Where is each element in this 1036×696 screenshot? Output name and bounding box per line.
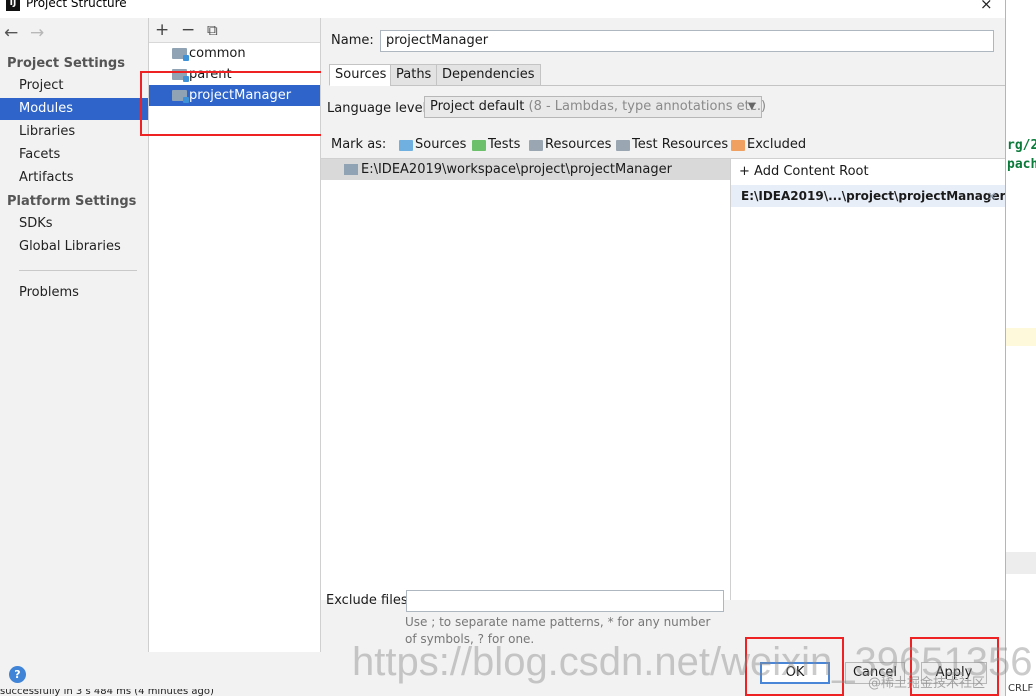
sidebar-item-libraries[interactable]: Libraries bbox=[0, 121, 148, 143]
settings-sidebar: ← → Project Settings Project Modules Lib… bbox=[0, 18, 149, 652]
remove-module-icon[interactable]: − bbox=[181, 20, 195, 40]
forward-arrow-icon[interactable]: → bbox=[30, 23, 44, 43]
project-settings-heading: Project Settings bbox=[7, 56, 125, 71]
module-toolbar: + − ⧉ bbox=[149, 18, 320, 43]
module-detail-panel: Name: projectManager Sources Paths Depen… bbox=[321, 18, 1006, 652]
sidebar-item-modules[interactable]: Modules bbox=[0, 98, 148, 120]
background-editor-strip: rg/2 pach CRLF ÷ bbox=[1005, 0, 1036, 696]
mark-excluded-label: Excluded bbox=[747, 137, 807, 152]
test-resources-folder-icon bbox=[616, 140, 630, 151]
sidebar-item-project[interactable]: Project bbox=[0, 75, 148, 97]
tab-paths[interactable]: Paths bbox=[390, 64, 438, 86]
exclude-files-label: Exclude files: bbox=[326, 593, 413, 608]
remove-root-icon[interactable]: × bbox=[987, 185, 997, 207]
title-bar: IJ Project Structure × bbox=[0, 0, 1005, 16]
editor-gray-band bbox=[1006, 552, 1036, 574]
mark-resources-button[interactable]: Resources bbox=[529, 137, 611, 152]
mark-test-resources-button[interactable]: Test Resources bbox=[616, 137, 728, 152]
language-level-value: Project default bbox=[430, 99, 525, 114]
module-name-input[interactable]: projectManager bbox=[380, 30, 994, 52]
content-roots-panel: + Add Content Root E:\IDEA2019\...\proje… bbox=[731, 158, 1006, 600]
status-bar: successfully in 3 s 484 ms (4 minutes ag… bbox=[0, 689, 214, 696]
module-item-common[interactable]: common bbox=[149, 43, 320, 64]
resources-folder-icon bbox=[529, 140, 543, 151]
tab-sources[interactable]: Sources bbox=[329, 64, 393, 86]
sidebar-item-problems[interactable]: Problems bbox=[0, 282, 148, 304]
name-label: Name: bbox=[331, 33, 374, 48]
exclude-files-input[interactable] bbox=[406, 590, 724, 612]
back-arrow-icon[interactable]: ← bbox=[4, 23, 18, 43]
sidebar-item-artifacts[interactable]: Artifacts bbox=[0, 167, 148, 189]
folder-icon bbox=[344, 164, 358, 175]
excluded-folder-icon bbox=[731, 140, 745, 151]
content-root-row[interactable]: E:\IDEA2019\workspace\project\projectMan… bbox=[321, 159, 730, 180]
sidebar-item-sdks[interactable]: SDKs bbox=[0, 213, 148, 235]
window-title: Project Structure bbox=[26, 0, 127, 10]
add-content-root-button[interactable]: + Add Content Root bbox=[739, 164, 869, 179]
editor-code-line: pach bbox=[1007, 157, 1036, 172]
intellij-app-icon: IJ bbox=[6, 0, 20, 11]
mark-tests-label: Tests bbox=[488, 137, 521, 152]
content-root-tree: E:\IDEA2019\workspace\project\projectMan… bbox=[321, 158, 731, 600]
sidebar-divider bbox=[19, 270, 137, 271]
mark-sources-button[interactable]: Sources bbox=[399, 137, 466, 152]
mark-test-resources-label: Test Resources bbox=[632, 137, 729, 152]
content-root-entry[interactable]: E:\IDEA2019\...\project\projectManager × bbox=[731, 185, 1006, 207]
language-level-hint: (8 - Lambdas, type annotations etc.) bbox=[528, 99, 767, 114]
watermark-corner: @稀土掘金技术社区 bbox=[868, 676, 986, 691]
add-module-icon[interactable]: + bbox=[155, 20, 169, 40]
mark-tests-button[interactable]: Tests bbox=[472, 137, 520, 152]
mark-excluded-button[interactable]: Excluded bbox=[731, 137, 806, 152]
language-level-select[interactable]: Project default (8 - Lambdas, type annot… bbox=[424, 96, 766, 118]
editor-line-highlight bbox=[1006, 328, 1036, 346]
module-label: common bbox=[189, 46, 246, 61]
mark-as-label: Mark as: bbox=[331, 137, 387, 152]
module-tabs: Sources Paths Dependencies bbox=[329, 64, 1005, 86]
mark-resources-label: Resources bbox=[545, 137, 612, 152]
copy-module-icon[interactable]: ⧉ bbox=[207, 20, 218, 40]
editor-code-line: rg/2 bbox=[1007, 138, 1036, 153]
chevron-down-icon: ▼ bbox=[748, 101, 756, 112]
mark-sources-label: Sources bbox=[415, 137, 467, 152]
sources-folder-icon bbox=[399, 140, 413, 151]
content-root-path: E:\IDEA2019\workspace\project\projectMan… bbox=[361, 162, 672, 177]
highlight-box-modules bbox=[140, 71, 336, 136]
tab-dependencies[interactable]: Dependencies bbox=[436, 64, 541, 86]
language-level-label: Language level: bbox=[327, 101, 431, 116]
close-icon[interactable]: × bbox=[980, 0, 993, 13]
platform-settings-heading: Platform Settings bbox=[7, 194, 137, 209]
sidebar-item-global-libraries[interactable]: Global Libraries bbox=[0, 236, 148, 258]
help-icon[interactable]: ? bbox=[9, 666, 26, 683]
module-folder-icon bbox=[172, 48, 189, 61]
tests-folder-icon bbox=[472, 140, 486, 151]
sidebar-item-facets[interactable]: Facets bbox=[0, 144, 148, 166]
content-root-entry-label: E:\IDEA2019\...\project\projectManager bbox=[741, 189, 1006, 203]
